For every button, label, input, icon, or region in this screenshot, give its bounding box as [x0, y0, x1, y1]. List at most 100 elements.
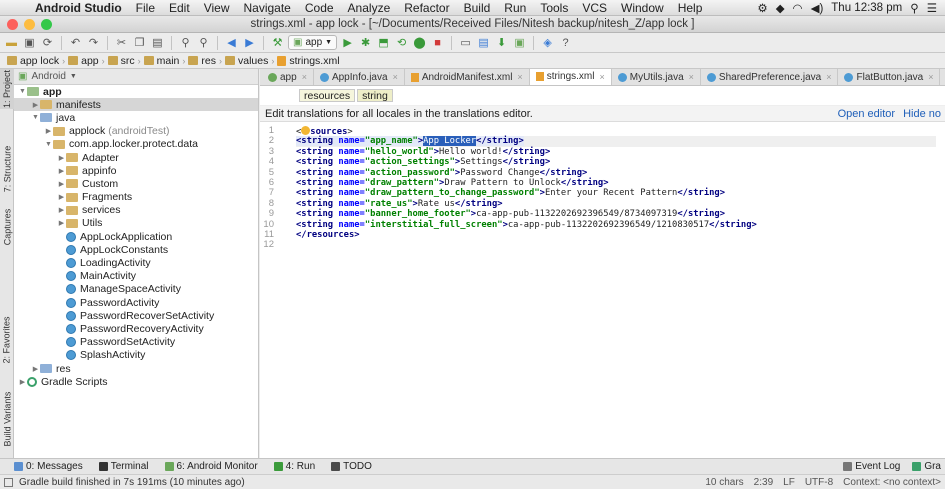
todo-tool-tab[interactable]: TODO	[331, 461, 372, 472]
editor-tab[interactable]: app ×	[262, 69, 314, 85]
menu-run[interactable]: Run	[497, 1, 533, 15]
menu-icon[interactable]: ☰	[927, 1, 937, 15]
menu-analyze[interactable]: Analyze	[341, 1, 398, 15]
close-tab-icon[interactable]: ×	[393, 72, 398, 82]
collapsed-arrow-icon[interactable]: ▶	[57, 154, 66, 162]
app-menu[interactable]: Android Studio	[28, 1, 129, 15]
close-tab-icon[interactable]: ×	[302, 72, 307, 82]
ddms-icon[interactable]: ◈	[540, 35, 555, 50]
captures-tool-tab[interactable]: Captures	[0, 204, 14, 249]
gradle-console-tool-tab[interactable]: Gra	[912, 461, 941, 472]
profile-icon[interactable]: ⬤	[412, 35, 427, 50]
attach-debugger-icon[interactable]: ⬒	[376, 35, 391, 50]
search-icon[interactable]: ⚲	[910, 1, 918, 15]
editor-tab[interactable]: FlatButton.java ×	[838, 69, 941, 85]
status-panel-icon[interactable]	[4, 477, 13, 487]
tree-item[interactable]: ▶ Custom	[14, 177, 258, 190]
open-folder-icon[interactable]: ▬	[4, 35, 19, 50]
tree-item[interactable]: ▶ res	[14, 362, 258, 375]
breadcrumb-item[interactable]: main	[141, 54, 183, 68]
tree-item[interactable]: PasswordRecoverSetActivity	[14, 309, 258, 322]
collapsed-arrow-icon[interactable]: ▶	[57, 206, 66, 214]
run-tool-tab[interactable]: 4: Run	[273, 461, 315, 472]
settings-icon[interactable]: ⚙	[757, 1, 767, 15]
collapsed-arrow-icon[interactable]: ▶	[18, 378, 27, 386]
terminal-tool-tab[interactable]: Terminal	[98, 461, 149, 472]
paste-icon[interactable]: ▤	[150, 35, 165, 50]
project-structure-icon[interactable]: ▤	[476, 35, 491, 50]
open-editor-link[interactable]: Open editor	[838, 108, 895, 120]
project-view-selector[interactable]: ▣ Android ▼	[14, 69, 258, 85]
expanded-arrow-icon[interactable]: ▼	[18, 88, 27, 95]
close-tab-icon[interactable]: ×	[826, 72, 831, 82]
status-message[interactable]: Gradle build finished in 7s 191ms (10 mi…	[19, 477, 245, 488]
tree-item[interactable]: ▶ Adapter	[14, 151, 258, 164]
sync-icon[interactable]: ⟳	[40, 35, 55, 50]
clock[interactable]: Thu 12:38 pm	[831, 2, 902, 14]
tree-item[interactable]: ▼ java	[14, 111, 258, 124]
find-icon[interactable]: ⚲	[178, 35, 193, 50]
tree-item[interactable]: AppLockApplication	[14, 230, 258, 243]
tree-item[interactable]: ▼ app	[14, 85, 258, 98]
bulb-icon[interactable]	[301, 126, 311, 135]
tree-item[interactable]: ManageSpaceActivity	[14, 283, 258, 296]
replace-icon[interactable]: ⚲	[196, 35, 211, 50]
dropbox-icon[interactable]: ◆	[776, 1, 785, 15]
editor-tab[interactable]: AndroidManifest.xml ×	[405, 69, 530, 85]
event-log-tool-tab[interactable]: Event Log	[843, 461, 900, 472]
wifi-icon[interactable]: ◠	[793, 1, 803, 15]
tree-item[interactable]: ▼ com.app.locker.protect.data	[14, 138, 258, 151]
build-variants-tool-tab[interactable]: Build Variants	[0, 384, 14, 454]
close-tab-icon[interactable]: ×	[689, 72, 694, 82]
favorites-tool-tab[interactable]: 2: Favorites	[0, 309, 14, 371]
tree-item[interactable]: LoadingActivity	[14, 256, 258, 269]
run-config-select[interactable]: ▣ app ▼	[288, 35, 338, 50]
collapsed-arrow-icon[interactable]: ▶	[31, 365, 40, 373]
menu-tools[interactable]: Tools	[533, 1, 575, 15]
menu-navigate[interactable]: Navigate	[236, 1, 297, 15]
menu-vcs[interactable]: VCS	[575, 1, 614, 15]
stop-icon[interactable]: ■	[430, 35, 445, 50]
structure-tool-tab[interactable]: 7: Structure	[0, 139, 14, 199]
breadcrumb-item[interactable]: app lock	[4, 54, 62, 68]
tree-item[interactable]: AppLockConstants	[14, 243, 258, 256]
editor-tab[interactable]: AppInfo.java ×	[314, 69, 405, 85]
instant-run-icon[interactable]: ⟲	[394, 35, 409, 50]
copy-icon[interactable]: ❐	[132, 35, 147, 50]
breadcrumb-item[interactable]: values	[222, 54, 271, 68]
line-separator[interactable]: LF	[783, 477, 795, 488]
tag-path-string[interactable]: string	[357, 89, 393, 102]
breadcrumb-item[interactable]: res	[185, 54, 219, 68]
collapsed-arrow-icon[interactable]: ▶	[57, 193, 66, 201]
menu-build[interactable]: Build	[457, 1, 498, 15]
menu-code[interactable]: Code	[298, 1, 341, 15]
breadcrumb-item[interactable]: app	[65, 54, 102, 68]
tree-item[interactable]: SplashActivity	[14, 349, 258, 362]
breadcrumb-item[interactable]: src	[105, 54, 138, 68]
android-device-monitor-icon[interactable]: ▣	[512, 35, 527, 50]
save-all-icon[interactable]: ▣	[22, 35, 37, 50]
collapsed-arrow-icon[interactable]: ▶	[57, 167, 66, 175]
file-encoding[interactable]: UTF-8	[805, 477, 833, 488]
tree-item[interactable]: PasswordRecoveryActivity	[14, 322, 258, 335]
tree-item[interactable]: PasswordActivity	[14, 296, 258, 309]
tree-item[interactable]: ▶ appinfo	[14, 164, 258, 177]
debug-icon[interactable]: ✱	[358, 35, 373, 50]
collapsed-arrow-icon[interactable]: ▶	[31, 101, 40, 109]
menu-view[interactable]: View	[197, 1, 237, 15]
editor-tab[interactable]: strings.xml ×	[529, 69, 612, 85]
make-project-icon[interactable]: ⚒	[270, 35, 285, 50]
android-monitor-tool-tab[interactable]: 6: Android Monitor	[164, 461, 258, 472]
collapsed-arrow-icon[interactable]: ▶	[57, 219, 66, 227]
menu-file[interactable]: File	[129, 1, 162, 15]
tree-item[interactable]: PasswordSetActivity	[14, 336, 258, 349]
tree-item[interactable]: ▶ services	[14, 204, 258, 217]
close-tab-icon[interactable]: ×	[928, 72, 933, 82]
breadcrumb-item[interactable]: strings.xml	[274, 54, 342, 68]
undo-icon[interactable]: ↶	[68, 35, 83, 50]
redo-icon[interactable]: ↷	[86, 35, 101, 50]
close-tab-icon[interactable]: ×	[599, 72, 604, 82]
expanded-arrow-icon[interactable]: ▼	[44, 141, 53, 148]
menu-window[interactable]: Window	[614, 1, 671, 15]
menu-refactor[interactable]: Refactor	[397, 1, 456, 15]
